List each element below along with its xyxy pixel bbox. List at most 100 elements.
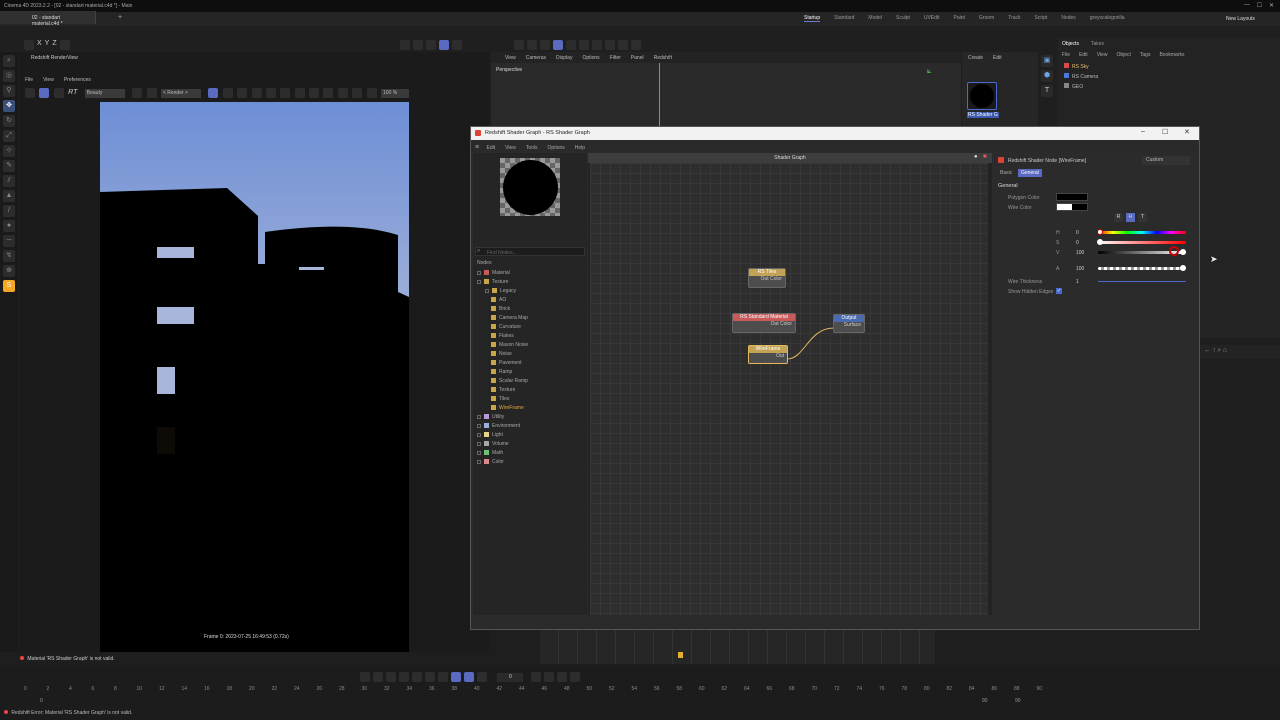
layout-tab[interactable]: Nodes (1061, 15, 1075, 21)
tree-item-category[interactable]: Math (477, 449, 528, 458)
expand-icon[interactable] (477, 279, 481, 284)
tree-item-texture-node[interactable]: Camera Map (477, 314, 528, 323)
object-name[interactable]: GEO (1072, 84, 1083, 90)
tree-item-texture-node[interactable]: Flakes (477, 332, 528, 341)
back-arrow-icon[interactable]: ← (1204, 347, 1211, 354)
shader-menu-item[interactable]: Options (548, 145, 565, 151)
alpha-slider[interactable] (1098, 267, 1186, 270)
tab-general[interactable]: General (1018, 169, 1042, 177)
up-arrow-icon[interactable]: ↑ (1212, 347, 1216, 354)
extrude-icon[interactable]: ▲ (3, 190, 15, 202)
tree-item-category[interactable]: Volume (477, 440, 528, 449)
shader-menu-item[interactable]: View (505, 145, 516, 151)
polygon-color-swatch[interactable] (1056, 193, 1088, 201)
viewport-menu-item[interactable]: View (505, 55, 516, 61)
zoom-fit-icon[interactable] (294, 88, 305, 98)
viewport-menu-item[interactable]: Filter (610, 55, 621, 61)
sound-icon[interactable] (477, 672, 487, 682)
node-rs-tiles[interactable]: RS Tiles Out Color (748, 268, 786, 288)
polygon-icon[interactable]: ⬢ (1041, 70, 1053, 82)
layout-tab[interactable]: Model (868, 15, 882, 21)
expand-icon[interactable] (485, 288, 489, 293)
end-frame-field[interactable]: 90 (1015, 698, 1021, 704)
object-menu-item[interactable]: Edit (1079, 52, 1088, 58)
object-menu-item[interactable]: View (1097, 52, 1108, 58)
z-axis-icon[interactable]: Z (52, 40, 56, 50)
range-icon[interactable] (464, 672, 474, 682)
tree-item-texture-node[interactable]: Maxon Noise (477, 341, 528, 350)
region-icon[interactable] (309, 88, 320, 98)
play-icon[interactable] (399, 672, 409, 682)
object-name[interactable]: RS Sky (1072, 64, 1089, 70)
object-tab[interactable]: Takes (1091, 41, 1104, 47)
mirror-icon[interactable] (592, 40, 602, 50)
tree-item-material[interactable]: Material (477, 269, 528, 278)
graph-canvas[interactable]: RS Tiles Out Color RS Standard Material … (590, 163, 988, 615)
interactive-render-icon[interactable] (439, 40, 449, 50)
layout-tab[interactable]: Paint (954, 15, 965, 21)
live-select-icon[interactable]: ⌕ (3, 55, 15, 67)
refresh-icon[interactable] (53, 88, 64, 98)
knife-icon[interactable]: ⫽ (3, 175, 15, 187)
show-hidden-edges-checkbox[interactable]: ✓ (1056, 288, 1062, 294)
object-row[interactable]: RS Camera (1064, 73, 1098, 83)
maximize-icon[interactable]: ☐ (1257, 2, 1262, 9)
new-layouts-button[interactable]: New Layouts (1226, 16, 1255, 22)
playhead-marker[interactable] (678, 652, 683, 658)
tree-item-category[interactable]: Utility (477, 413, 528, 422)
value-handle[interactable] (1180, 249, 1186, 255)
grid-view-icon[interactable] (222, 88, 233, 98)
material-menu-item[interactable]: Create (968, 55, 983, 61)
object-row[interactable]: RS Sky (1064, 63, 1098, 73)
y-axis-icon[interactable]: Y (45, 40, 50, 50)
render-active-icon[interactable] (413, 40, 423, 50)
crop-icon[interactable] (146, 88, 157, 98)
x-axis-icon[interactable]: X (37, 40, 42, 50)
prev-frame-icon[interactable] (386, 672, 396, 682)
tree-item-category[interactable]: Light (477, 431, 528, 440)
range-end[interactable]: 90 (982, 698, 988, 704)
tree-item-texture-node[interactable]: Curvature (477, 323, 528, 332)
keyframe-icon[interactable] (556, 672, 567, 682)
rotate-icon[interactable]: ↻ (3, 115, 15, 127)
expand-icon[interactable] (477, 414, 481, 419)
grid-snap-icon[interactable] (540, 40, 550, 50)
viewport-menu-item[interactable]: Cameras (526, 55, 546, 61)
axis-icon[interactable]: ⚲ (3, 85, 15, 97)
wire-thickness-slider[interactable] (1098, 281, 1186, 282)
tree-item-texture-node[interactable]: Noise (477, 350, 528, 359)
text-icon[interactable]: T (1041, 85, 1053, 97)
layout-tab[interactable]: Sculpt (896, 15, 910, 21)
wire-color-swatch[interactable] (1056, 203, 1088, 211)
saturation-slider[interactable] (1098, 241, 1186, 244)
hue-handle[interactable] (1097, 229, 1103, 235)
material-menu-item[interactable]: Edit (993, 55, 1002, 61)
renderview-menu-item[interactable]: File (25, 77, 33, 83)
autokey-icon[interactable] (543, 672, 554, 682)
pattern-icon[interactable] (566, 40, 576, 50)
object-menu-item[interactable]: Object (1116, 52, 1130, 58)
tab-basic[interactable]: Basic (998, 169, 1014, 177)
tree-item-texture-node[interactable]: AO (477, 296, 528, 305)
move-icon[interactable]: ✥ (3, 100, 15, 112)
expand-icon[interactable] (477, 432, 481, 437)
minimize-icon[interactable]: — (1244, 2, 1250, 8)
copy-image-icon[interactable] (352, 88, 363, 98)
graph-close-icon[interactable]: ■ (983, 154, 987, 160)
bevel-icon[interactable]: ↯ (3, 250, 15, 262)
viewport-menu-item[interactable]: Display (556, 55, 572, 61)
layout-tab[interactable]: Script (1035, 15, 1048, 21)
renderview-menu-item[interactable]: View (43, 77, 54, 83)
move-view-icon[interactable] (237, 88, 248, 98)
magnet-icon[interactable] (514, 40, 524, 50)
aov-select[interactable]: Beauty (84, 89, 125, 99)
tree-item-texture-node[interactable]: Tiles (477, 395, 528, 404)
scale-icon[interactable]: ⤢ (3, 130, 15, 142)
tree-item-texture-node[interactable]: WireFrame (477, 404, 528, 413)
prev-key-icon[interactable] (373, 672, 383, 682)
brush-icon[interactable]: / (3, 205, 15, 217)
search-icon[interactable]: ⌕ (1217, 347, 1221, 354)
shader-menu-item[interactable]: Tools (526, 145, 538, 151)
expand-icon[interactable] (323, 88, 334, 98)
hue-slider[interactable] (1098, 231, 1186, 234)
